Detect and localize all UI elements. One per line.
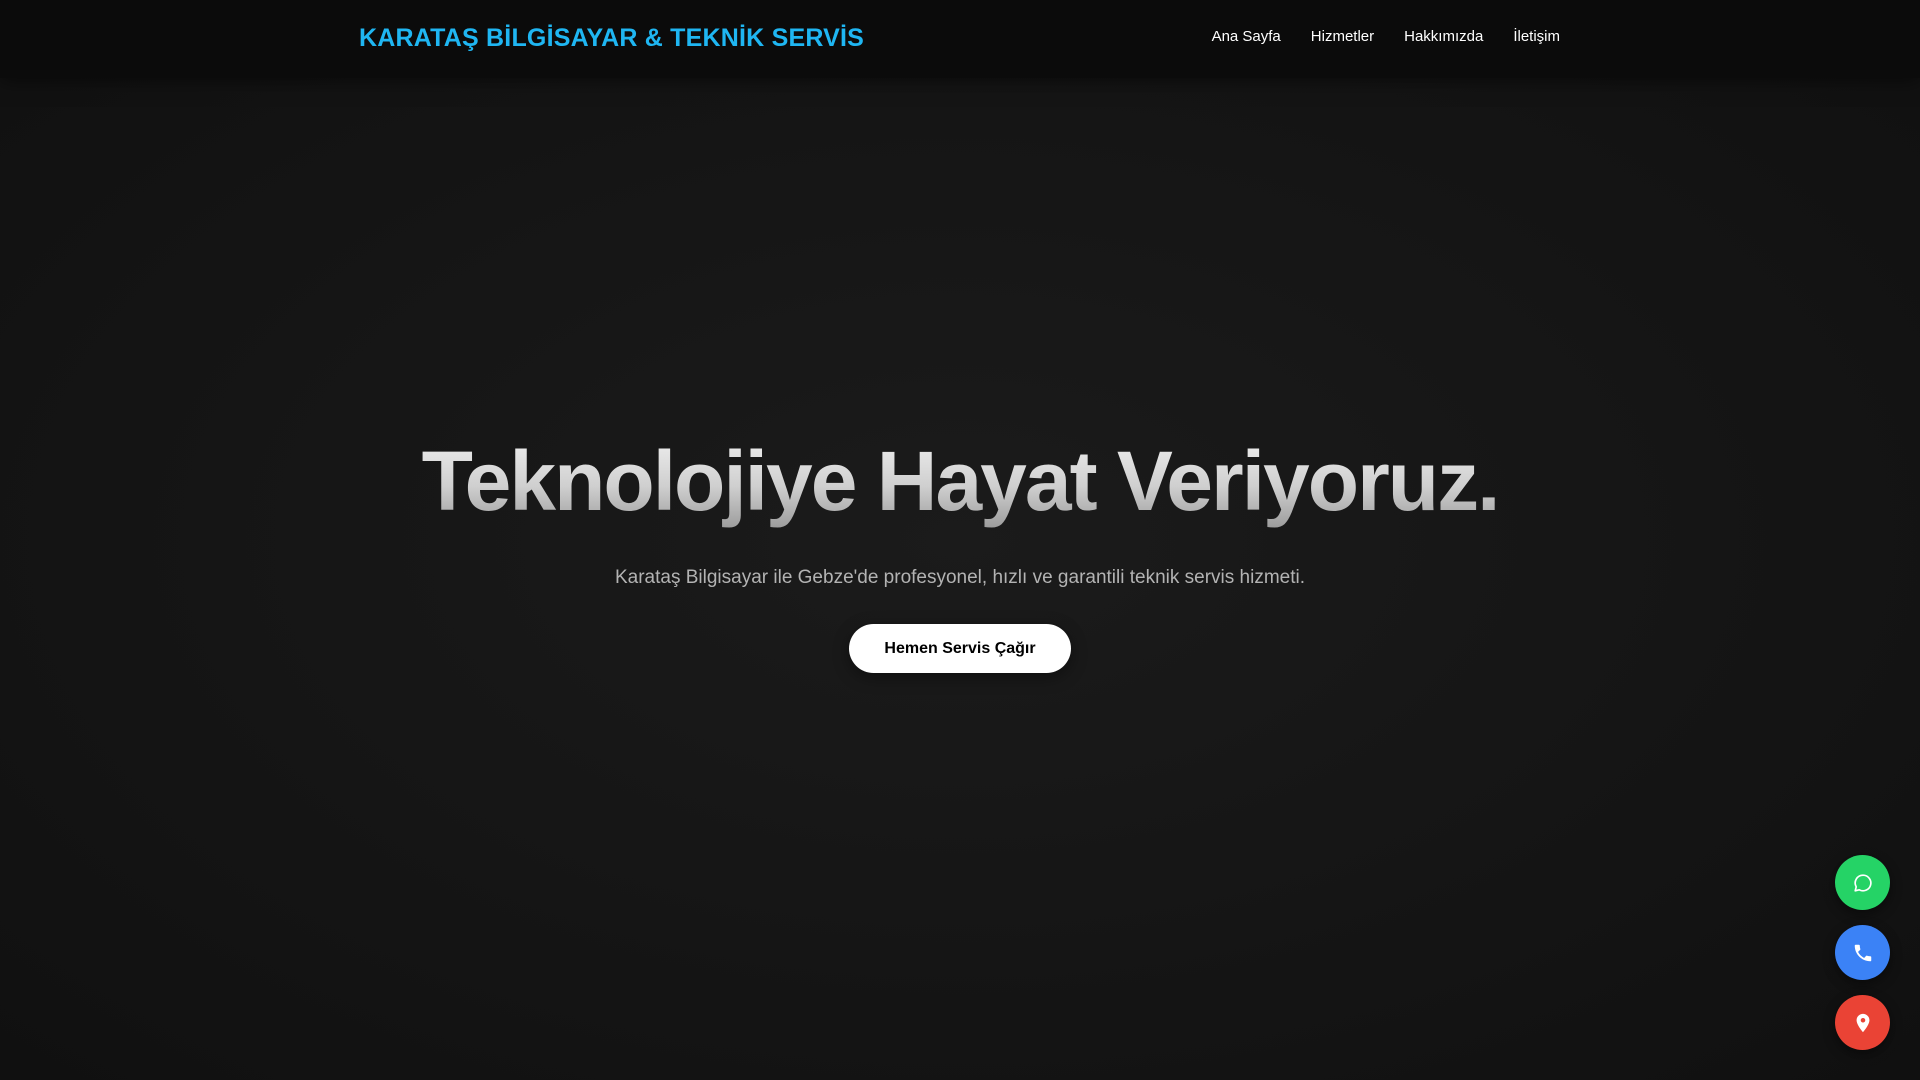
- navbar: KARATAŞ BİLGİSAYAR & TEKNİK SERVİS Ana S…: [0, 0, 1920, 78]
- location-pin-icon: [1852, 1012, 1874, 1034]
- whatsapp-button[interactable]: [1835, 855, 1890, 910]
- nav-link-iletisim[interactable]: İletişim: [1513, 28, 1560, 45]
- nav-link-hizmetler[interactable]: Hizmetler: [1311, 28, 1374, 45]
- brand-logo-text[interactable]: KARATAŞ BİLGİSAYAR & TEKNİK SERVİS: [359, 24, 864, 53]
- whatsapp-icon: [1852, 872, 1874, 894]
- page: KARATAŞ BİLGİSAYAR & TEKNİK SERVİS Ana S…: [0, 0, 1920, 1080]
- nav-link-hakkimizda[interactable]: Hakkımızda: [1404, 28, 1483, 45]
- phone-button[interactable]: [1835, 925, 1890, 980]
- nav-link-ana-sayfa[interactable]: Ana Sayfa: [1212, 28, 1281, 45]
- hero-title: Teknolojiye Hayat Veriyoruz.: [0, 433, 1920, 530]
- hero-subtitle: Karataş Bilgisayar ile Gebze'de profesyo…: [614, 567, 1306, 588]
- phone-icon: [1852, 942, 1874, 964]
- hero-section: Teknolojiye Hayat Veriyoruz. Karataş Bil…: [0, 78, 1920, 1080]
- call-service-button[interactable]: Hemen Servis Çağır: [849, 624, 1071, 673]
- nav-links: Ana Sayfa Hizmetler Hakkımızda İletişim: [1212, 28, 1560, 45]
- location-button[interactable]: [1835, 995, 1890, 1050]
